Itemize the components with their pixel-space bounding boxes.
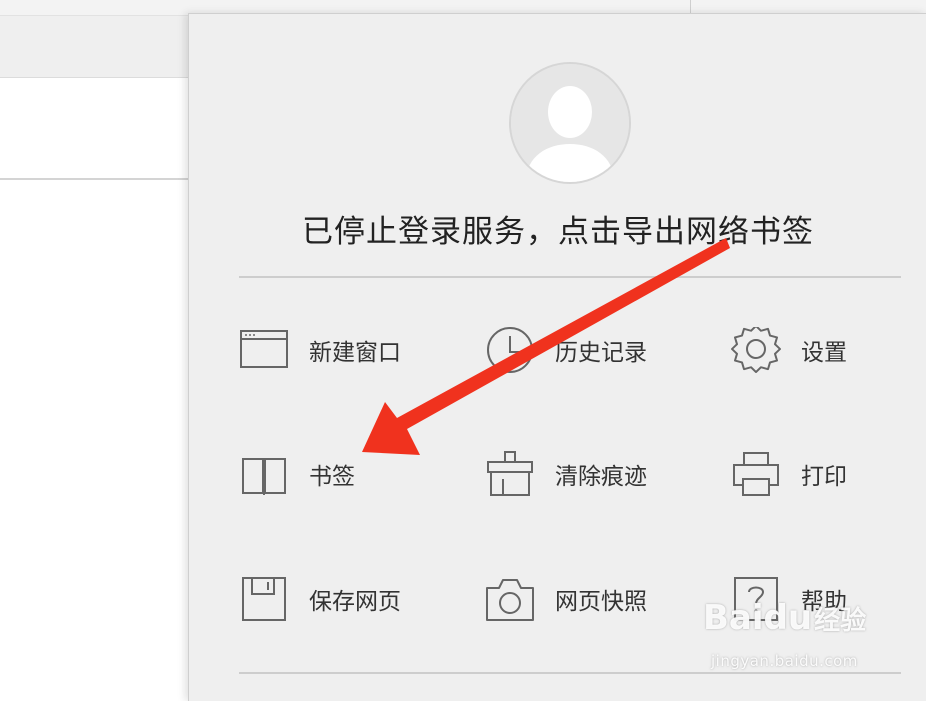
menu-item-label: 网页快照 (555, 589, 647, 615)
menu-item-label: 清除痕迹 (555, 464, 647, 490)
settings-gear-icon (731, 327, 781, 373)
printer-icon (733, 452, 779, 496)
menu-item-new-window[interactable]: 新建窗口 (239, 321, 469, 381)
clear-traces-icon (487, 451, 533, 496)
menu-item-label: 打印 (801, 464, 847, 490)
menu-item-label: 历史记录 (555, 340, 647, 366)
menu-item-settings[interactable]: 设置 (731, 321, 926, 381)
save-page-icon (242, 577, 286, 621)
tab-separator (690, 0, 691, 14)
bookmark-book-icon (242, 458, 286, 495)
user-avatar[interactable] (509, 62, 631, 184)
menu-item-clear-traces[interactable]: 清除痕迹 (485, 445, 715, 505)
menu-item-page-snapshot[interactable]: 网页快照 (485, 570, 715, 630)
history-clock-icon (487, 327, 533, 373)
menu-item-label: 设置 (801, 340, 847, 366)
default-user-icon (511, 64, 629, 182)
camera-icon (486, 579, 534, 621)
menu-item-label: 书签 (309, 464, 355, 490)
login-stopped-message[interactable]: 已停止登录服务，点击导出网络书签 (189, 206, 926, 251)
divider-top (239, 276, 901, 278)
watermark-brand: Baidu经验 (703, 598, 867, 638)
menu-item-history[interactable]: 历史记录 (485, 321, 715, 381)
new-window-icon (240, 330, 288, 368)
menu-item-bookmarks[interactable]: 书签 (239, 445, 469, 505)
menu-item-label: 保存网页 (309, 589, 401, 615)
menu-item-save-page[interactable]: 保存网页 (239, 570, 469, 630)
watermark-url: jingyan.baidu.com (711, 652, 858, 670)
menu-item-print[interactable]: 打印 (731, 445, 926, 505)
menu-item-label: 新建窗口 (309, 340, 401, 366)
baidu-jingyan-watermark: Baidu经验 jingyan.baidu.com (703, 598, 913, 688)
